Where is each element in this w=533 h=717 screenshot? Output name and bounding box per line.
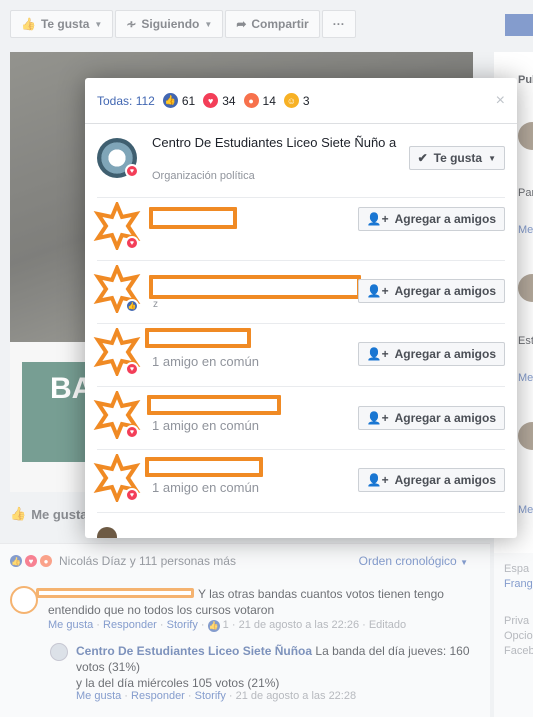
reaction-row: ♥ 1 amigo en común 👤+ Agregar a amigos bbox=[93, 450, 505, 513]
add-friend-label: Agregar a amigos bbox=[394, 212, 496, 226]
love-badge-icon: ♥ bbox=[125, 488, 139, 502]
love-badge-icon: ♥ bbox=[125, 236, 139, 250]
love-reaction-icon: ♥ bbox=[203, 93, 219, 108]
redaction-box[interactable] bbox=[145, 328, 251, 348]
add-friend-button[interactable]: 👤+ Agregar a amigos bbox=[357, 406, 505, 430]
reactions-tabs: Todas: 112 👍 61 ♥ 34 ● 14 ☺ 3 × bbox=[85, 78, 517, 124]
reaction-row: ♥ 1 amigo en común 👤+ Agregar a amigos bbox=[93, 324, 505, 387]
reaction-row: 👍 z 👤+ Agregar a amigos bbox=[93, 261, 505, 324]
redaction-box[interactable] bbox=[145, 457, 263, 477]
haha-reaction-icon: ☺ bbox=[283, 93, 299, 108]
tab-love[interactable]: ♥ 34 bbox=[203, 93, 236, 108]
like-reaction-icon: 👍 bbox=[162, 93, 178, 108]
next-row-avatar-peek bbox=[97, 527, 117, 538]
caret-down-icon: ▼ bbox=[488, 153, 496, 163]
liked-page-label: Te gusta bbox=[433, 151, 483, 165]
stray-char: z bbox=[153, 299, 158, 310]
add-friend-label: Agregar a amigos bbox=[394, 347, 496, 361]
add-friend-label: Agregar a amigos bbox=[394, 473, 496, 487]
add-friend-icon: 👤+ bbox=[366, 473, 389, 487]
tab-all-reactions[interactable]: Todas: 112 bbox=[97, 94, 155, 108]
tab-haha[interactable]: ☺ 3 bbox=[283, 93, 310, 108]
add-friend-button[interactable]: 👤+ Agregar a amigos bbox=[357, 342, 505, 366]
love-badge-icon: ♥ bbox=[125, 164, 139, 178]
reactions-dialog: Todas: 112 👍 61 ♥ 34 ● 14 ☺ 3 × ♥ Centro… bbox=[85, 78, 517, 538]
organization-category: Organización política bbox=[152, 170, 255, 182]
add-friend-icon: 👤+ bbox=[366, 212, 389, 226]
add-friend-label: Agregar a amigos bbox=[394, 411, 496, 425]
liked-page-button[interactable]: ✔ Te gusta ▼ bbox=[408, 146, 505, 170]
add-friend-icon: 👤+ bbox=[366, 411, 389, 425]
redaction-box[interactable] bbox=[149, 207, 237, 229]
add-friend-button[interactable]: 👤+ Agregar a amigos bbox=[357, 207, 505, 231]
tab-like[interactable]: 👍 61 bbox=[162, 93, 196, 108]
add-friend-icon: 👤+ bbox=[366, 347, 389, 361]
love-badge-icon: ♥ bbox=[125, 362, 139, 376]
angry-count: 14 bbox=[262, 93, 276, 108]
angry-reaction-icon: ● bbox=[243, 93, 259, 108]
add-friend-label: Agregar a amigos bbox=[394, 284, 496, 298]
tab-angry[interactable]: ● 14 bbox=[243, 93, 276, 108]
add-friend-button[interactable]: 👤+ Agregar a amigos bbox=[357, 468, 505, 492]
reaction-row-page: ♥ Centro De Estudiantes Liceo Siete Ñuño… bbox=[97, 124, 505, 198]
like-badge-icon: 👍 bbox=[125, 299, 139, 313]
haha-count: 3 bbox=[302, 93, 310, 108]
mutual-friends[interactable]: 1 amigo en común bbox=[152, 418, 259, 433]
love-badge-icon: ♥ bbox=[125, 425, 139, 439]
reaction-row: ♥ 1 amigo en común 👤+ Agregar a amigos bbox=[93, 387, 505, 450]
redaction-box[interactable] bbox=[147, 395, 281, 415]
like-count: 61 bbox=[181, 93, 196, 108]
mutual-friends[interactable]: 1 amigo en común bbox=[152, 480, 259, 495]
close-icon[interactable]: × bbox=[496, 92, 505, 110]
reaction-row: ♥ 👤+ Agregar a amigos bbox=[93, 198, 505, 261]
love-count: 34 bbox=[222, 93, 236, 108]
checkmark-icon: ✔ bbox=[417, 151, 428, 165]
mutual-friends[interactable]: 1 amigo en común bbox=[152, 354, 259, 369]
redaction-box[interactable] bbox=[149, 275, 361, 299]
add-friend-icon: 👤+ bbox=[366, 284, 389, 298]
add-friend-button[interactable]: 👤+ Agregar a amigos bbox=[357, 279, 505, 303]
organization-name[interactable]: Centro De Estudiantes Liceo Siete Ñuño a bbox=[152, 134, 402, 151]
